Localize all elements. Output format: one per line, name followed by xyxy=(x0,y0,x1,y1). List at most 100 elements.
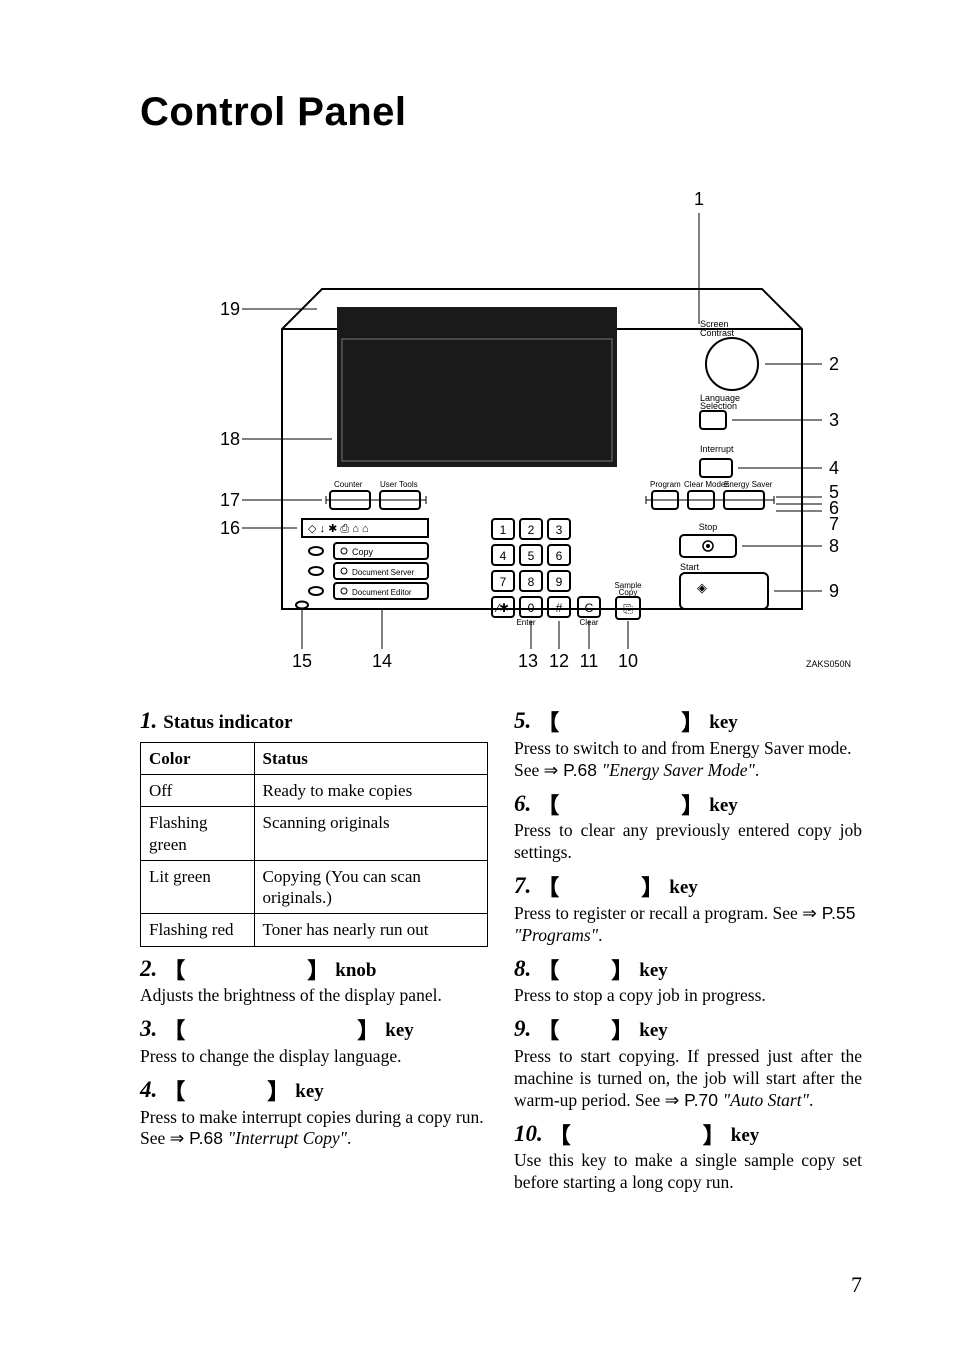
callout-3: 3 xyxy=(829,410,839,430)
svg-text:⎘: ⎘ xyxy=(623,602,633,616)
svg-text:2: 2 xyxy=(528,523,535,537)
item-title: Status indicator xyxy=(163,711,292,735)
item-8-body: Press to stop a copy job in progress. xyxy=(514,985,862,1007)
callout-14: 14 xyxy=(372,651,392,669)
callout-13: 13 xyxy=(518,651,538,669)
svg-text:Stop: Stop xyxy=(699,522,718,532)
item-10-body: Use this key to make a single sample cop… xyxy=(514,1150,862,1194)
svg-text:Start: Start xyxy=(680,562,700,572)
item-suffix: key xyxy=(639,1019,668,1043)
item-3-head: 3. 【 】 key xyxy=(140,1015,488,1044)
svg-text:◇ ↓ ✱ ⎙ ⌂ ⌂: ◇ ↓ ✱ ⎙ ⌂ ⌂ xyxy=(308,523,369,535)
svg-text:3: 3 xyxy=(556,523,563,537)
item-suffix: key xyxy=(295,1080,324,1104)
callout-1: 1 xyxy=(694,189,704,209)
callout-17: 17 xyxy=(220,490,240,510)
svg-text:⁄✱: ⁄✱ xyxy=(494,601,509,615)
item-number: 2. xyxy=(140,955,157,984)
item-suffix: key xyxy=(639,959,668,983)
callout-11: 11 xyxy=(580,651,599,669)
item-7-head: 7. 【 】 key xyxy=(514,872,862,901)
control-panel-diagram: Screen Contrast Language Selection Inter… xyxy=(202,179,862,669)
item-4-head: 4. 【 】 key xyxy=(140,1076,488,1105)
svg-text:Clear Modes: Clear Modes xyxy=(684,480,729,489)
callout-7: 7 xyxy=(829,514,839,534)
item-number: 4. xyxy=(140,1076,157,1105)
item-number: 5. xyxy=(514,707,531,736)
page-number: 7 xyxy=(851,1272,862,1298)
svg-text:9: 9 xyxy=(556,575,563,589)
reference-title: "Programs" xyxy=(514,925,598,945)
item-8-head: 8. 【 】 key xyxy=(514,955,862,984)
table-row: Flashing green Scanning originals xyxy=(141,807,488,861)
svg-text:◈: ◈ xyxy=(697,580,707,595)
right-column: 5. 【 】 key Press to switch to and from E… xyxy=(514,699,862,1194)
svg-text:5: 5 xyxy=(528,549,535,563)
svg-text:#: # xyxy=(556,601,563,615)
callout-8: 8 xyxy=(829,536,839,556)
item-suffix: key xyxy=(709,711,738,735)
callout-10: 10 xyxy=(618,651,638,669)
item-5-body: Press to switch to and from Energy Saver… xyxy=(514,738,862,782)
item-2-head: 2. 【 】 knob xyxy=(140,955,488,984)
item-suffix: key xyxy=(709,794,738,818)
item-7-body: Press to register or recall a program. S… xyxy=(514,903,862,947)
callout-18: 18 xyxy=(220,429,240,449)
svg-text:User Tools: User Tools xyxy=(380,480,418,489)
svg-text:Copy: Copy xyxy=(619,588,638,597)
item-number: 9. xyxy=(514,1015,531,1044)
reference-arrow: ⇒ P.70 xyxy=(665,1090,723,1110)
callout-19: 19 xyxy=(220,299,240,319)
svg-text:Program: Program xyxy=(650,480,681,489)
svg-text:Selection: Selection xyxy=(700,401,737,411)
status-col-header: Color xyxy=(141,742,255,774)
callout-15: 15 xyxy=(292,651,312,669)
status-col-header: Status xyxy=(254,742,487,774)
item-suffix: key xyxy=(731,1124,760,1148)
item-3-body: Press to change the display language. xyxy=(140,1046,488,1068)
svg-text:C: C xyxy=(585,601,594,615)
reference-arrow: ⇒ P.68 xyxy=(170,1128,228,1148)
callout-2: 2 xyxy=(829,354,839,374)
reference-arrow: ⇒ P.68 xyxy=(544,760,602,780)
table-row: Off Ready to make copies xyxy=(141,775,488,807)
svg-text:1: 1 xyxy=(500,523,507,537)
svg-text:Counter: Counter xyxy=(334,480,363,489)
svg-text:4: 4 xyxy=(500,549,507,563)
item-10-head: 10. 【 】 key xyxy=(514,1120,862,1149)
callout-4: 4 xyxy=(829,458,839,478)
item-suffix: key xyxy=(669,876,698,900)
svg-text:8: 8 xyxy=(528,575,535,589)
item-number: 7. xyxy=(514,872,531,901)
svg-text:Document Server: Document Server xyxy=(352,568,415,577)
item-2-body: Adjusts the brightness of the display pa… xyxy=(140,985,488,1007)
page-title: Control Panel xyxy=(140,90,862,135)
table-row: Flashing red Toner has nearly run out xyxy=(141,914,488,946)
svg-text:6: 6 xyxy=(556,549,563,563)
item-number: 6. xyxy=(514,790,531,819)
callout-12: 12 xyxy=(549,651,569,669)
reference-title: "Auto Start" xyxy=(723,1090,809,1110)
item-number: 8. xyxy=(514,955,531,984)
svg-text:0: 0 xyxy=(528,601,535,615)
item-number: 3. xyxy=(140,1015,157,1044)
svg-text:Enter: Enter xyxy=(516,618,535,627)
svg-text:Energy Saver: Energy Saver xyxy=(724,480,773,489)
svg-text:Copy: Copy xyxy=(352,547,374,557)
item-6-body: Press to clear any previously entered co… xyxy=(514,820,862,864)
item-9-body: Press to start copying. If pressed just … xyxy=(514,1046,862,1112)
item-1-head: 1. Status indicator xyxy=(140,707,488,736)
left-column: 1. Status indicator Color Status Off Rea… xyxy=(140,699,488,1194)
reference-arrow: ⇒ P.55 xyxy=(802,903,855,923)
item-9-head: 9. 【 】 key xyxy=(514,1015,862,1044)
callout-16: 16 xyxy=(220,518,240,538)
svg-text:Document Editor: Document Editor xyxy=(352,588,412,597)
item-suffix: knob xyxy=(335,959,376,983)
svg-text:Contrast: Contrast xyxy=(700,328,735,338)
item-6-head: 6. 【 】 key xyxy=(514,790,862,819)
item-number: 1. xyxy=(140,707,157,736)
item-suffix: key xyxy=(385,1019,414,1043)
reference-title: "Energy Saver Mode" xyxy=(602,760,755,780)
item-number: 10. xyxy=(514,1120,543,1149)
table-row: Lit green Copying (You can scan original… xyxy=(141,860,488,914)
